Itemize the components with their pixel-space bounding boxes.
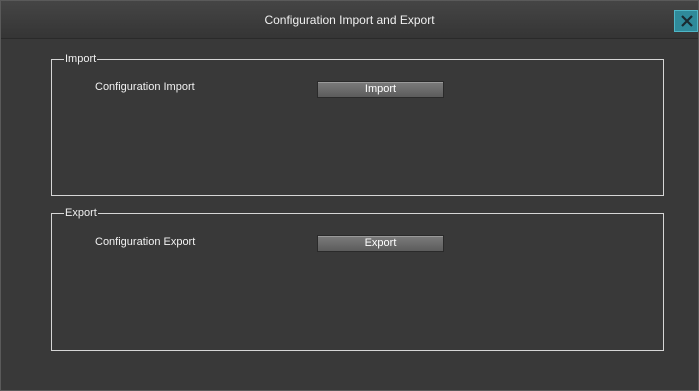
configuration-import-label: Configuration Import: [95, 81, 195, 93]
configuration-export-label: Configuration Export: [95, 236, 196, 248]
import-group-legend: Import: [64, 52, 98, 66]
export-group-legend: Export: [64, 206, 98, 220]
title-bar: Configuration Import and Export: [1, 1, 698, 39]
close-icon: [681, 15, 693, 27]
import-button[interactable]: Import: [317, 81, 444, 98]
close-button[interactable]: [674, 10, 698, 32]
export-group: Export Configuration Export Export: [51, 206, 664, 351]
import-group: Import Configuration Import Import: [51, 52, 664, 196]
config-import-export-dialog: Configuration Import and Export Import C…: [0, 0, 699, 391]
dialog-title: Configuration Import and Export: [264, 13, 435, 27]
export-button[interactable]: Export: [317, 235, 444, 252]
